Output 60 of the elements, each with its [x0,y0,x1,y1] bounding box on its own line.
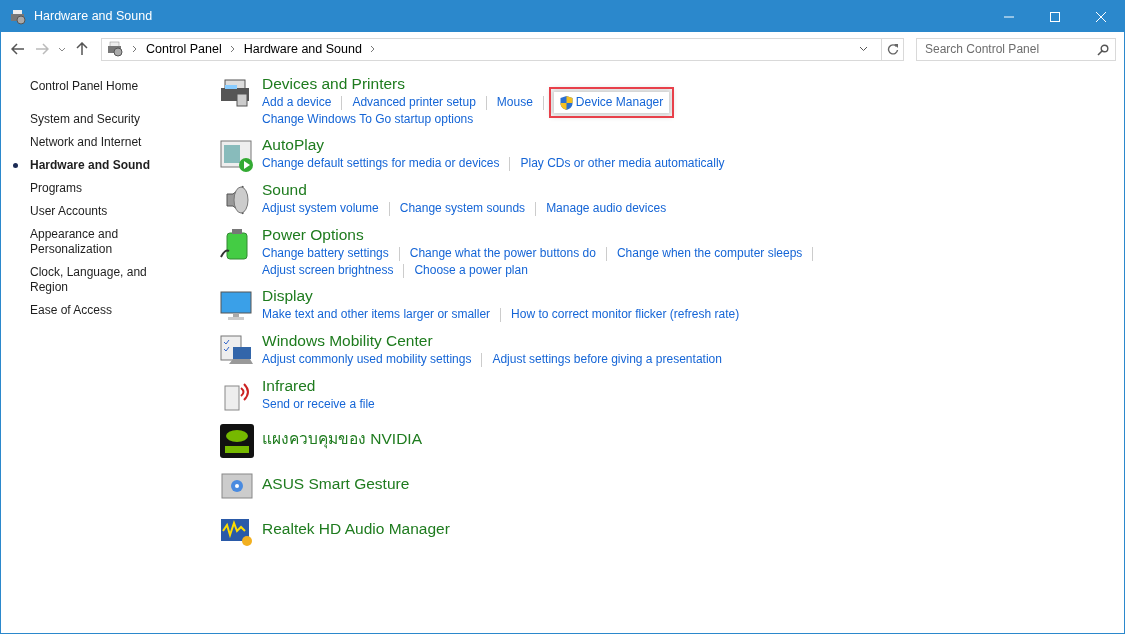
up-arrow-icon [76,42,88,56]
window-title: Hardware and Sound [34,8,153,26]
sidebar-item[interactable]: Network and Internet [13,135,173,150]
task-link[interactable]: Change what the power buttons do [409,245,596,262]
maximize-icon [1050,11,1060,22]
graphics-card-icon [219,423,255,459]
category-title[interactable]: ASUS Smart Gesture [262,474,410,493]
search-field[interactable]: Search Control Panel [916,37,1116,61]
breadcrumb[interactable]: Hardware and Sound [243,39,362,59]
chevron-right-icon [369,45,376,53]
task-link[interactable]: Adjust screen brightness [262,262,394,279]
sidebar-item[interactable]: Ease of Access [13,303,173,318]
task-link[interactable]: How to correct monitor flicker (refresh rate) [511,306,740,323]
sidebar-item[interactable]: User Accounts [13,204,173,219]
task-link[interactable]: Adjust settings before giving a presentation [492,351,722,368]
task-link[interactable]: Change battery settings [262,245,389,262]
category-title[interactable]: Sound [262,180,307,199]
task-link[interactable]: Mouse [496,94,533,111]
category-title[interactable]: AutoPlay [262,135,325,154]
category-title[interactable]: Devices and Printers [262,74,405,93]
task-link[interactable]: Adjust commonly used mobility settings [262,351,472,368]
task-link[interactable]: Change system sounds [399,200,526,217]
window-play-icon [219,137,255,173]
address-bar[interactable]: Control Panel Hardware and Sound [101,37,904,61]
sidebar-item[interactable]: Clock, Language, and Region [13,265,173,295]
sidebar-item[interactable]: Hardware and Sound [13,158,173,173]
category-title[interactable]: Power Options [262,225,364,244]
refresh-icon [886,43,899,55]
sidebar-item[interactable]: System and Security [13,112,173,127]
sidebar-item[interactable]: Programs [13,181,173,196]
chevron-down-icon [858,46,868,52]
task-link[interactable]: Play CDs or other media automatically [520,155,725,172]
chevron-down-icon [58,46,66,52]
task-link[interactable]: Adjust system volume [262,200,379,217]
close-icon [1096,11,1106,22]
category-title[interactable]: Infrared [262,376,316,395]
task-link[interactable]: Change Windows To Go startup options [262,111,474,128]
breadcrumb[interactable]: Control Panel [146,39,222,59]
task-link[interactable]: Make text and other items larger or smaller [262,306,491,323]
task-link[interactable]: Change when the computer sleeps [616,245,803,262]
task-link[interactable]: Choose a power plan [414,262,528,279]
task-link[interactable]: Advanced printer setup [352,94,476,111]
category-title[interactable]: Realtek HD Audio Manager [262,519,450,538]
task-link[interactable]: Manage audio devices [546,200,667,217]
task-link[interactable]: Add a device [262,94,332,111]
task-link[interactable]: Change default settings for media or devices [262,155,500,172]
category-title[interactable]: แผงควบคุมของ NVIDIA [262,429,422,448]
category-title[interactable]: Display [262,286,313,305]
forward-arrow-icon [35,43,49,55]
chevron-right-icon [229,45,236,53]
sidebar-link[interactable]: Control Panel Home [13,79,219,94]
back-arrow-icon [11,43,25,55]
task-link[interactable]: Send or receive a file [262,396,375,413]
task-link[interactable]: Device Manager [553,92,670,113]
chevron-right-icon [132,45,138,53]
sidebar-item[interactable]: Appearance and Personalization [13,227,173,257]
printer-icon [10,8,26,25]
category-title[interactable]: Windows Mobility Center [262,331,433,350]
printer-icon [106,41,124,57]
search-icon [1097,43,1109,56]
